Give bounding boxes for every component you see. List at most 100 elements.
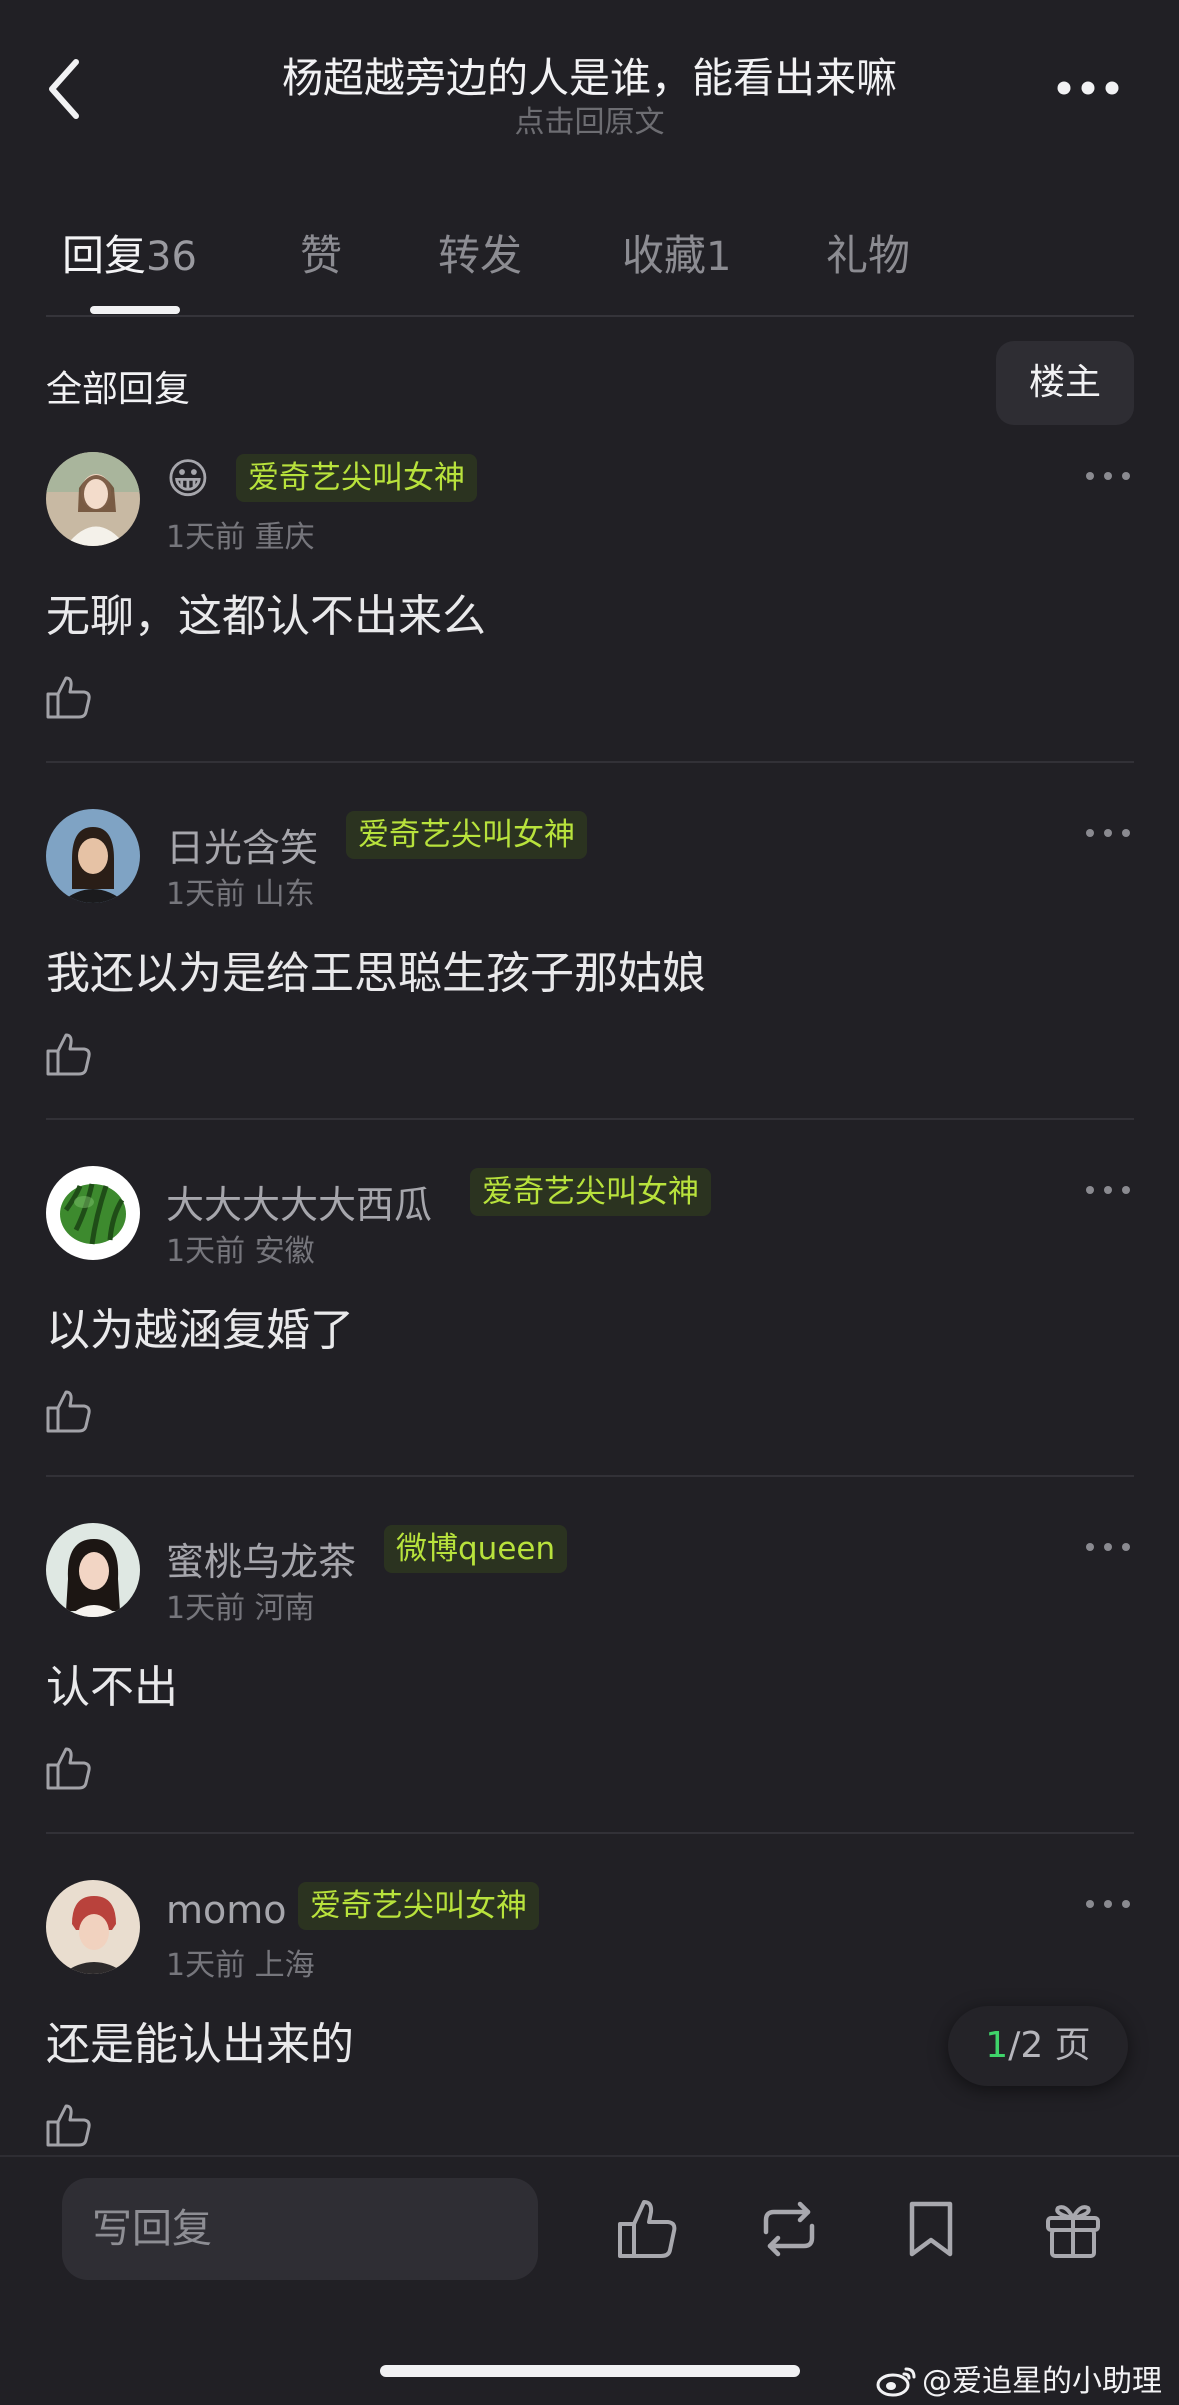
comment-time: 1天前	[166, 877, 246, 912]
gift-icon	[1046, 2205, 1100, 2258]
tab-replies-count: 36	[146, 234, 197, 280]
post-title[interactable]: 杨超越旁边的人是谁，能看出来嘛	[200, 44, 979, 104]
tab-likes[interactable]: 赞	[300, 222, 342, 283]
current-page: 1	[985, 2025, 1009, 2066]
bookmark-icon	[909, 2201, 953, 2257]
like-post-button[interactable]	[614, 2196, 680, 2262]
avatar[interactable]	[46, 1880, 140, 1974]
like-button[interactable]	[44, 1743, 94, 1793]
comment-meta: 1天前 河南	[166, 1583, 315, 1627]
comment-location: 重庆	[254, 520, 315, 555]
comment-time: 1天前	[166, 1234, 246, 1269]
user-badge: 爱奇艺尖叫女神	[346, 811, 587, 859]
comment-item: 日光含笑 爱奇艺尖叫女神 1天前 山东 我还以为是给王思聪生孩子那姑娘	[0, 809, 1179, 1166]
like-button[interactable]	[44, 672, 94, 722]
more-icon	[1086, 1186, 1130, 1194]
avatar-image	[46, 1523, 140, 1617]
tab-favorites[interactable]: 收藏1	[622, 222, 731, 283]
more-icon	[1086, 829, 1130, 837]
tab-replies[interactable]: 回复36	[62, 222, 197, 283]
comment-more-button[interactable]	[1080, 1176, 1136, 1204]
comment-location: 上海	[254, 1948, 315, 1983]
tab-likes-label: 赞	[300, 231, 343, 280]
comment-location: 山东	[254, 877, 315, 912]
weibo-icon	[876, 2367, 916, 2397]
comment-meta: 1天前 山东	[166, 869, 315, 913]
watermark: @爱追星的小助理	[876, 2356, 1162, 2400]
comment-more-button[interactable]	[1080, 462, 1136, 490]
tab-reposts[interactable]: 转发	[438, 222, 522, 283]
comment-more-button[interactable]	[1080, 819, 1136, 847]
like-button[interactable]	[44, 1029, 94, 1079]
username[interactable]: 大大大大大西瓜	[166, 1174, 432, 1229]
username[interactable]: 😀	[166, 454, 210, 503]
avatar-image	[46, 452, 140, 546]
thumbs-up-icon	[46, 1747, 91, 1790]
user-badge: 爱奇艺尖叫女神	[298, 1882, 539, 1930]
comment-time: 1天前	[166, 1591, 246, 1626]
comment-divider	[46, 1118, 1134, 1120]
comment-divider	[46, 1832, 1134, 1834]
tab-gifts-label: 礼物	[826, 231, 911, 280]
back-icon	[49, 59, 79, 119]
thumbs-up-icon	[46, 1390, 91, 1433]
user-badge: 爱奇艺尖叫女神	[470, 1168, 711, 1216]
comment-more-button[interactable]	[1080, 1890, 1136, 1918]
repost-icon	[763, 2201, 815, 2257]
repost-button[interactable]	[756, 2196, 822, 2262]
bookmark-button[interactable]	[898, 2196, 964, 2262]
user-badge: 爱奇艺尖叫女神	[236, 454, 477, 502]
reply-input[interactable]: 写回复	[62, 2178, 538, 2280]
comment-text: 还是能认出来的	[46, 2019, 354, 2070]
comment-text: 以为越涵复婚了	[46, 1305, 354, 1356]
more-icon	[1086, 472, 1130, 480]
comment-item: 蜜桃乌龙茶 微博queen 1天前 河南 认不出	[0, 1523, 1179, 1880]
back-button[interactable]	[40, 54, 90, 124]
username[interactable]: 蜜桃乌龙茶	[166, 1531, 356, 1586]
comment-time: 1天前	[166, 520, 246, 555]
comment-location: 河南	[254, 1591, 315, 1626]
more-options-button[interactable]	[1048, 66, 1128, 110]
thumbs-up-icon	[618, 2200, 677, 2258]
tab-reposts-label: 转发	[438, 231, 523, 280]
gift-button[interactable]	[1040, 2196, 1106, 2262]
comment-location: 安徽	[254, 1234, 315, 1269]
page-indicator[interactable]: 1/2 页	[948, 2006, 1128, 2086]
thumbs-up-icon	[46, 676, 91, 719]
bottom-bar-divider	[0, 2155, 1179, 2157]
owner-filter-button[interactable]: 楼主	[996, 341, 1134, 425]
avatar[interactable]	[46, 1523, 140, 1617]
comment-item: 😀 爱奇艺尖叫女神 1天前 重庆 无聊，这都认不出来么	[0, 452, 1179, 809]
tab-favorites-label: 收藏	[622, 231, 707, 280]
comment-divider	[46, 1475, 1134, 1477]
tabs-divider	[46, 315, 1134, 317]
tab-favorites-count: 1	[706, 234, 732, 280]
comment-meta: 1天前 重庆	[166, 512, 315, 556]
thumbs-up-icon	[46, 2104, 91, 2147]
avatar[interactable]	[46, 452, 140, 546]
more-icon	[1086, 1543, 1130, 1551]
like-button[interactable]	[44, 1386, 94, 1436]
total-pages: /2 页	[1008, 2025, 1091, 2066]
username[interactable]: 日光含笑	[166, 817, 318, 872]
comment-more-button[interactable]	[1080, 1533, 1136, 1561]
like-button[interactable]	[44, 2100, 94, 2150]
user-badge: 微博queen	[384, 1525, 568, 1573]
comment-text: 无聊，这都认不出来么	[46, 591, 486, 642]
more-icon	[1057, 81, 1119, 95]
comment-text: 我还以为是给王思聪生孩子那姑娘	[46, 948, 706, 999]
avatar[interactable]	[46, 1166, 140, 1260]
avatar-image	[46, 1166, 140, 1260]
avatar-image	[46, 1880, 140, 1974]
back-to-original-link[interactable]: 点击回原文	[200, 97, 979, 141]
avatar[interactable]	[46, 809, 140, 903]
comment-meta: 1天前 上海	[166, 1940, 315, 1984]
watermark-text: @爱追星的小助理	[922, 2364, 1162, 2399]
username[interactable]: momo	[166, 1888, 287, 1932]
all-replies-heading: 全部回复	[46, 369, 191, 410]
header: 杨超越旁边的人是谁，能看出来嘛 点击回原文	[0, 0, 1179, 150]
comment-divider	[46, 761, 1134, 763]
tab-gifts[interactable]: 礼物	[826, 222, 910, 283]
more-icon	[1086, 1900, 1130, 1908]
comment-item: 大大大大大西瓜 爱奇艺尖叫女神 1天前 安徽 以为越涵复婚了	[0, 1166, 1179, 1523]
